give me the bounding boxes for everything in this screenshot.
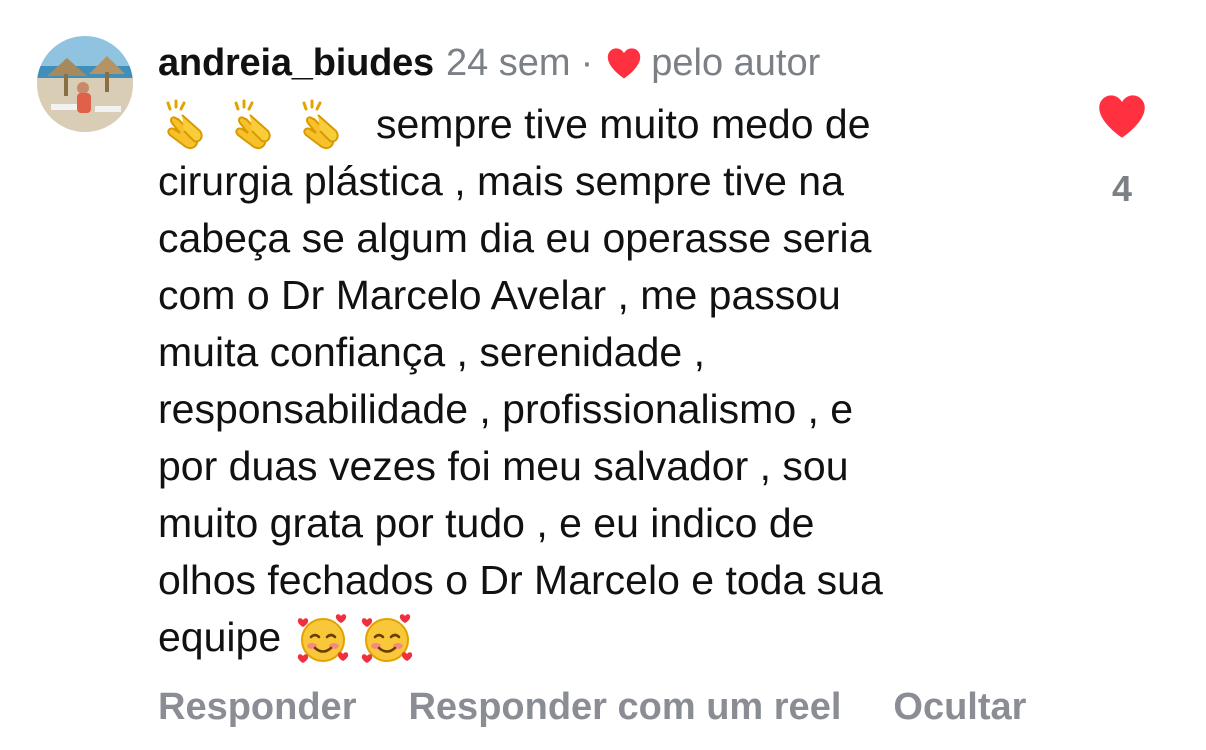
smiling-face-with-hearts-emoji [295,610,351,666]
comment-line: sempre tive muito medo de [158,96,1058,153]
comment-line: muito grata por tudo , e eu indico de [158,500,815,546]
clapping-hands-emoji [294,97,350,153]
comment-line: equipe [158,609,1058,666]
reply-button[interactable]: Responder [158,682,356,732]
comment-text: sempre tive muito medo de cirurgia plást… [158,96,1058,666]
clapping-hands-emoji [158,97,214,153]
reply-with-reel-button[interactable]: Responder com um reel [408,682,841,732]
smiling-face-with-hearts-emoji [359,610,415,666]
comment-line: responsabilidade , profissionalismo , e [158,386,854,432]
timestamp: 24 sem [445,42,571,84]
comment-line-text: equipe [158,614,282,660]
comment-line: olhos fechados o Dr Marcelo e toda sua [158,557,883,603]
like-count[interactable]: 4 [1092,168,1152,210]
avatar[interactable] [37,36,133,132]
username[interactable]: andreia_biudes [158,38,434,88]
comment-line: cabeça se algum dia eu operasse seria [158,215,872,261]
comment-header: andreia_biudes 24 sem · pelo autor [158,38,820,88]
like-heart-icon[interactable] [1096,92,1148,140]
comment-actions: Responder Responder com um reel Ocultar [158,682,1026,732]
comment-line: muita confiança , serenidade , [158,329,705,375]
heart-icon [605,46,643,80]
comment-line-text: sempre tive muito medo de [376,101,871,147]
like-area: 4 [1092,92,1152,210]
comment-line: cirurgia plástica , mais sempre tive na [158,158,844,204]
hide-button[interactable]: Ocultar [893,682,1026,732]
liked-by-author-label: pelo autor [651,42,821,84]
comment-line: por duas vezes foi meu salvador , sou [158,443,849,489]
clapping-hands-emoji [226,97,282,153]
separator-dot: · [580,42,594,84]
comment-line: com o Dr Marcelo Avelar , me passou [158,272,841,318]
